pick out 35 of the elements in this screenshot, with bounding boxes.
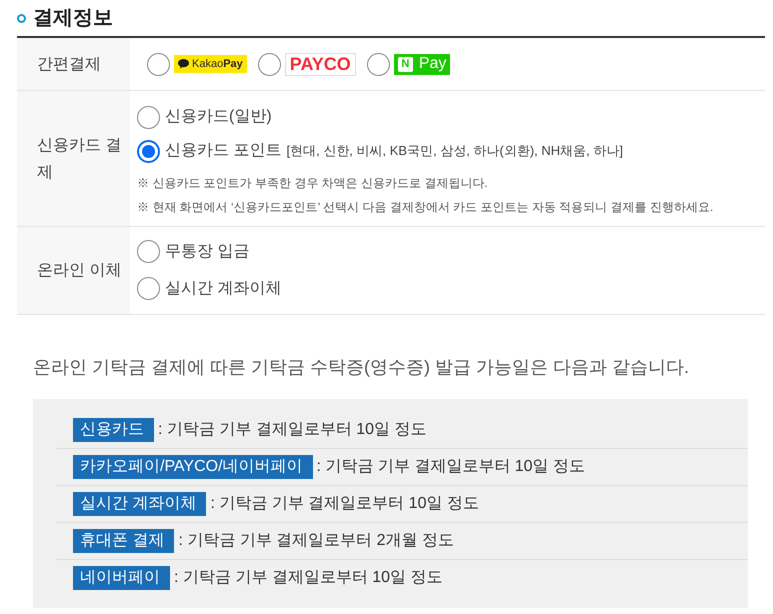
- radio-button[interactable]: [137, 140, 160, 162]
- logo-mark: N: [398, 56, 413, 72]
- period-text: : 기탁금 기부 결제일로부터 10일 정도: [174, 568, 442, 588]
- option-label: 신용카드(일반): [165, 107, 272, 127]
- payment-logo: PAYCO: [284, 52, 356, 76]
- period-text: : 기탁금 기부 결제일로부터 10일 정도: [158, 420, 426, 440]
- logo-text: KakaoPay: [192, 58, 243, 70]
- method-badge: 카카오페이/PAYCO/네이버페이: [73, 455, 313, 479]
- row-label: 신용카드 결제: [37, 136, 122, 182]
- method-badge: 네이버페이: [73, 566, 170, 590]
- radio-button[interactable]: [258, 52, 281, 76]
- row-label: 온라인 이체: [37, 261, 122, 281]
- note-text: ※ 현재 화면에서 ‘신용카드포인트’ 선택시 다음 결제창에서 카드 포인트는 자동 적용되니 결제를 진행하세요.: [137, 199, 714, 216]
- option-label: 실시간 계좌이체: [165, 278, 282, 298]
- ring-icon: [17, 14, 26, 22]
- method-badge: 실시간 계좌이체: [73, 492, 206, 516]
- period-text: : 기탁금 기부 결제일로부터 10일 정도: [210, 494, 479, 514]
- logo-text: Pay: [418, 56, 446, 72]
- radio-button[interactable]: [147, 52, 170, 76]
- row-label: 간편결제: [37, 54, 101, 74]
- option-label: 무통장 입금: [165, 242, 250, 262]
- note-text: ※ 신용카드 포인트가 부족한 경우 차액은 신용카드로 결제됩니다.: [137, 175, 489, 192]
- radio-button[interactable]: [366, 52, 390, 76]
- intro-text: 온라인 기탁금 결제에 따른 기탁금 수탁증(영수증) 발급 가능일은 다음과 같습니다.: [33, 356, 690, 379]
- period-text: : 기탁금 기부 결제일로부터 10일 정도: [316, 457, 585, 477]
- radio-button[interactable]: [137, 240, 160, 263]
- section-title: 결제정보: [33, 8, 113, 28]
- speech-bubble-icon: [178, 59, 189, 69]
- period-text: : 기탁금 기부 결제일로부터 2개월 정도: [178, 531, 454, 551]
- method-badge: 신용카드: [73, 418, 154, 442]
- radio-button[interactable]: [137, 106, 160, 128]
- radio-button[interactable]: [137, 277, 160, 300]
- option-detail: [현대, 신한, 비씨, KB국민, 삼성, 하나(외환), NH채움, 하나]: [286, 142, 624, 160]
- option-label: 신용카드 포인트: [165, 141, 282, 161]
- method-badge: 휴대폰 결제: [73, 529, 174, 553]
